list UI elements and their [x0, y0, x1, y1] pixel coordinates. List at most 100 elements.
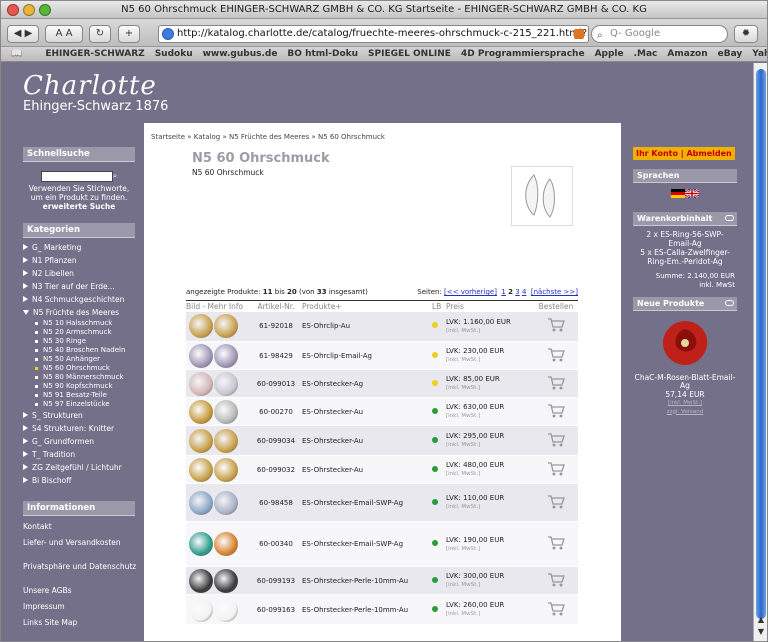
col-image[interactable]: Bild - Mehr Info	[186, 300, 250, 312]
add-to-cart-icon[interactable]	[534, 594, 578, 625]
scroll-down-arrow[interactable]: ▼	[755, 627, 767, 637]
bookmark-item[interactable]: SPIEGEL ONLINE	[368, 49, 451, 59]
add-to-cart-icon[interactable]	[534, 397, 578, 426]
cart-heading-icon[interactable]	[725, 215, 734, 221]
product-name[interactable]: ES-Ohrstecker-Perle-10mm-Au	[302, 594, 432, 625]
product-name[interactable]: ES-Ohrstecker-Email-SWP-Ag	[302, 521, 432, 567]
info-link[interactable]: Liefer- und Versandkosten	[23, 535, 135, 559]
add-bookmark-button[interactable]: +	[118, 25, 140, 43]
new-product-tax[interactable]: [inkl. MwSt.]	[633, 399, 737, 408]
reload-button[interactable]: ↻	[89, 25, 111, 43]
bookmark-item[interactable]: 4D Programmiersprache	[461, 49, 585, 59]
rose-leaf-product-image[interactable]	[657, 317, 713, 369]
category-item[interactable]: N1 Pflanzen	[23, 254, 135, 267]
activity-button[interactable]: ✹	[734, 25, 758, 43]
product-thumbnail[interactable]	[186, 369, 250, 398]
uk-flag-icon[interactable]	[684, 188, 700, 199]
vertical-scrollbar[interactable]: ▲ ▼	[753, 63, 767, 641]
category-item[interactable]: Bi Bischoff	[23, 474, 135, 487]
product-thumbnail[interactable]	[186, 455, 250, 484]
cart-item[interactable]: 2 x ES-Ring-56-SWP-Email-Ag	[635, 230, 735, 248]
category-item[interactable]: N4 Schmuckgeschichten	[23, 293, 135, 306]
category-item[interactable]: G_ Grundformen	[23, 435, 135, 448]
bookmark-item[interactable]: Yahoo!	[752, 49, 767, 59]
col-product[interactable]: Produkte+	[302, 300, 432, 312]
bookmark-item[interactable]: eBay	[718, 49, 743, 59]
product-name[interactable]: ES-Ohrstecker-Perle-10mm-Au	[302, 566, 432, 595]
category-item[interactable]: N5 Früchte des Meeres	[23, 306, 135, 319]
bookmark-item[interactable]: .Mac	[634, 49, 658, 59]
category-item[interactable]: N5 10 Halsschmuck	[23, 319, 135, 328]
product-thumbnail[interactable]	[186, 521, 250, 567]
product-name[interactable]: ES-Ohrclip-Au	[302, 311, 432, 342]
new-products-icon[interactable]	[725, 300, 734, 306]
category-item[interactable]: N5 60 Ohrschmuck	[23, 364, 135, 373]
product-name[interactable]: ES-Ohrstecker-Ag	[302, 369, 432, 398]
col-article[interactable]: Artikel-Nr.	[250, 300, 302, 312]
scroll-thumb[interactable]	[756, 69, 766, 619]
add-to-cart-icon[interactable]	[534, 311, 578, 342]
add-to-cart-icon[interactable]	[534, 369, 578, 398]
category-item[interactable]: N5 30 Ringe	[23, 337, 135, 346]
category-item[interactable]: N5 90 Kopfschmuck	[23, 382, 135, 391]
product-thumbnail[interactable]	[186, 341, 250, 370]
advanced-search-link[interactable]: erweiterte Suche	[43, 202, 116, 211]
search-field[interactable]: ⌕ Q- Google	[591, 25, 728, 43]
bookmark-item[interactable]: Apple	[595, 49, 624, 59]
product-thumbnail[interactable]	[186, 311, 250, 342]
category-item[interactable]: N5 20 Armschmuck	[23, 328, 135, 337]
text-size-buttons[interactable]: A A	[45, 25, 83, 43]
zoom-button[interactable]	[39, 4, 51, 16]
product-name[interactable]: ES-Ohrstecker-Au	[302, 425, 432, 456]
product-name[interactable]: ES-Ohrstecker-Email-SWP-Ag	[302, 483, 432, 522]
scroll-up-arrow[interactable]: ▲	[755, 615, 767, 625]
new-product-name[interactable]: ChaC-M-Rosen-Blatt-Email-Ag	[633, 373, 737, 391]
prev-link[interactable]: [<< vorherige]	[444, 288, 497, 296]
category-item[interactable]: N5 40 Broschen Nadeln	[23, 346, 135, 355]
add-to-cart-icon[interactable]	[534, 566, 578, 595]
page-link[interactable]: 4	[522, 288, 526, 296]
logo[interactable]: Charlotte Ehinger-Schwarz 1876	[23, 71, 168, 114]
category-item[interactable]: N2 Libellen	[23, 267, 135, 280]
bookmark-item[interactable]: Amazon	[667, 49, 707, 59]
add-to-cart-icon[interactable]	[534, 521, 578, 567]
info-link[interactable]: Privatsphäre und Datenschutz	[23, 559, 136, 583]
bookmark-item[interactable]: Sudoku	[155, 49, 193, 59]
category-item[interactable]: ZG Zeitgefühl / Lichtuhr	[23, 461, 135, 474]
new-product-shipping[interactable]: zzgl. Versand	[633, 408, 737, 417]
page-link[interactable]: 1	[501, 288, 505, 296]
category-item[interactable]: N5 80 Männerschmuck	[23, 373, 135, 382]
info-link[interactable]: Unsere AGBs	[23, 583, 135, 599]
category-item[interactable]: N5 97 Einzelstücke	[23, 400, 135, 409]
page-link[interactable]: 3	[515, 288, 519, 296]
product-thumbnail[interactable]	[186, 483, 250, 522]
minimize-button[interactable]	[23, 4, 35, 16]
quicksearch-submit-icon[interactable]: ⌕	[113, 171, 117, 180]
bookmark-item[interactable]: BO html-Doku	[287, 49, 358, 59]
product-name[interactable]: ES-Ohrstecker-Au	[302, 455, 432, 484]
cart-item[interactable]: 5 x ES-Calla-Zwelfinger-Ring-Em.-Peridot…	[635, 248, 735, 266]
rss-icon[interactable]	[574, 29, 584, 39]
bookmarks-icon[interactable]: 📖	[11, 49, 22, 59]
col-price[interactable]: Preis	[446, 300, 534, 312]
category-item[interactable]: T_ Tradition	[23, 448, 135, 461]
category-item[interactable]: S4 Strukturen: Knitter	[23, 422, 135, 435]
product-thumbnail[interactable]	[186, 566, 250, 595]
info-link[interactable]: Links Site Map	[23, 615, 135, 631]
product-thumbnail[interactable]	[186, 425, 250, 456]
german-flag-icon[interactable]	[671, 189, 685, 198]
product-name[interactable]: ES-Ohrstecker-Au	[302, 397, 432, 426]
category-item[interactable]: N3 Tier auf der Erde...	[23, 280, 135, 293]
back-forward-buttons[interactable]: ◀ ▶	[7, 25, 39, 43]
address-bar[interactable]: http://katalog.charlotte.de/catalog/frue…	[158, 25, 589, 43]
category-item[interactable]: G_ Marketing	[23, 241, 135, 254]
category-item[interactable]: N5 50 Anhänger	[23, 355, 135, 364]
quicksearch-input[interactable]	[40, 171, 113, 182]
product-thumbnail[interactable]	[186, 397, 250, 426]
product-thumbnail[interactable]	[186, 594, 250, 625]
add-to-cart-icon[interactable]	[534, 483, 578, 522]
category-item[interactable]: S_ Strukturen	[23, 409, 135, 422]
bookmark-item[interactable]: EHINGER-SCHWARZ	[45, 49, 144, 59]
close-button[interactable]	[7, 4, 19, 16]
info-link[interactable]: Kontakt	[23, 519, 135, 535]
